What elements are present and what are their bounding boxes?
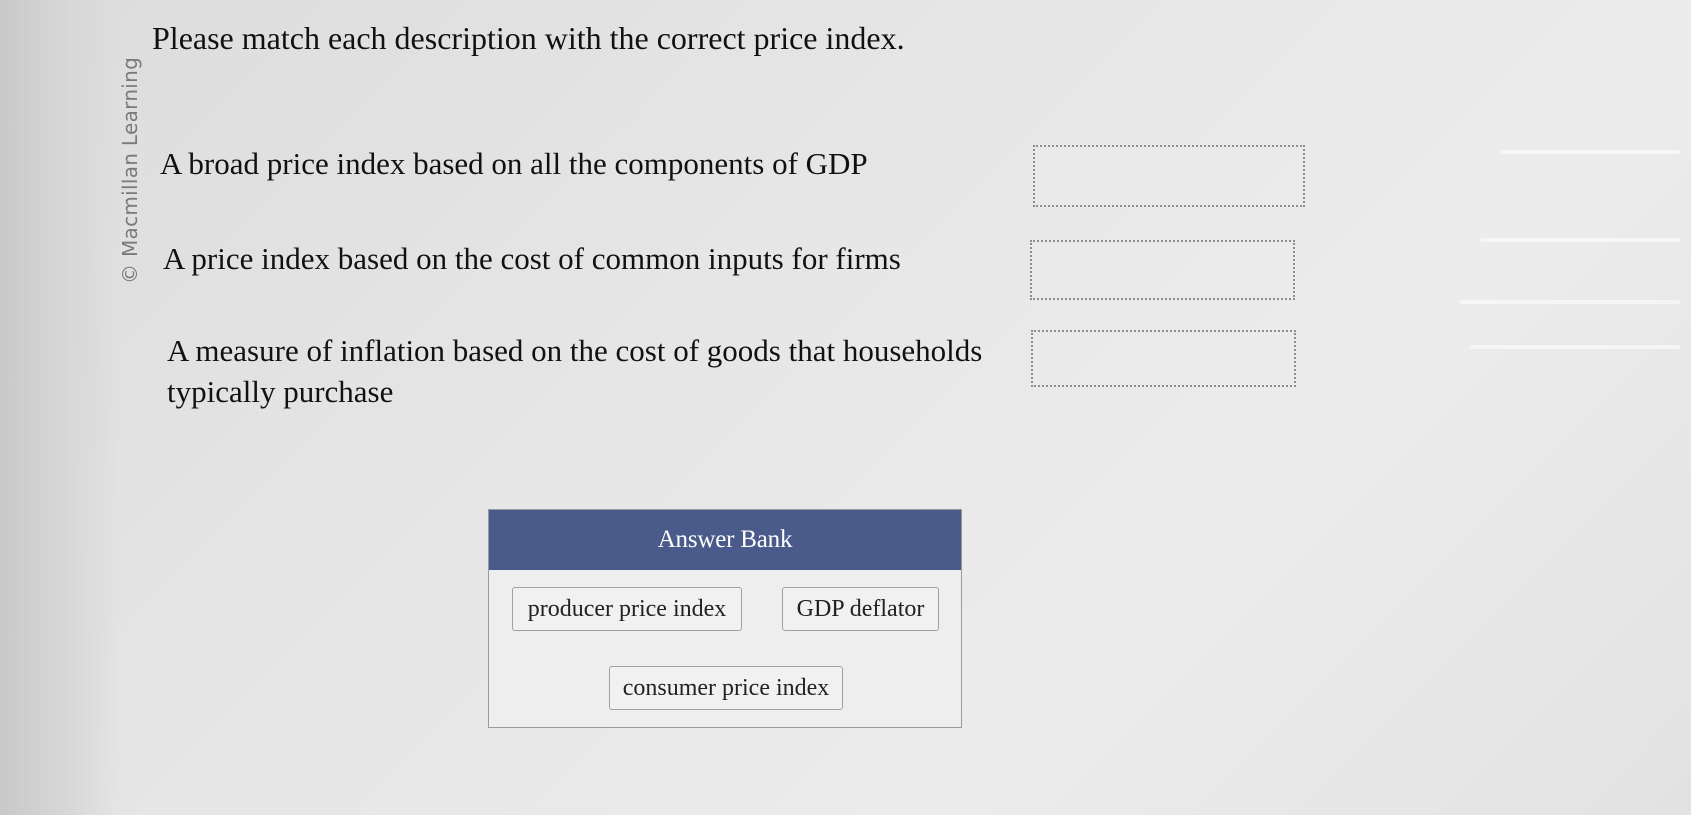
answer-dropzone-1[interactable]: [1033, 145, 1305, 207]
answer-bank-title: Answer Bank: [489, 510, 961, 570]
answer-chip-gdp-deflator[interactable]: GDP deflator: [782, 587, 939, 631]
question-prompt: Please match each description with the c…: [152, 20, 905, 56]
page-left-shadow: [0, 0, 120, 815]
answer-bank: Answer Bank producer price index GDP def…: [488, 509, 962, 728]
description-ppi-clue: A price index based on the cost of commo…: [163, 241, 901, 276]
copyright-notice: © Macmillan Learning: [118, 56, 142, 284]
description-gdp-deflator-clue: A broad price index based on all the com…: [160, 146, 868, 181]
answer-chip-producer-price-index[interactable]: producer price index: [512, 587, 742, 631]
answer-dropzone-3[interactable]: [1031, 330, 1296, 387]
description-cpi-clue: A measure of inflation based on the cost…: [167, 333, 983, 409]
screen-glare: [1470, 345, 1680, 349]
screen-glare: [1500, 150, 1680, 154]
screen-glare: [1480, 238, 1680, 242]
answer-chip-consumer-price-index[interactable]: consumer price index: [609, 666, 843, 710]
answer-dropzone-2[interactable]: [1030, 240, 1295, 300]
screen-glare: [1460, 300, 1680, 304]
